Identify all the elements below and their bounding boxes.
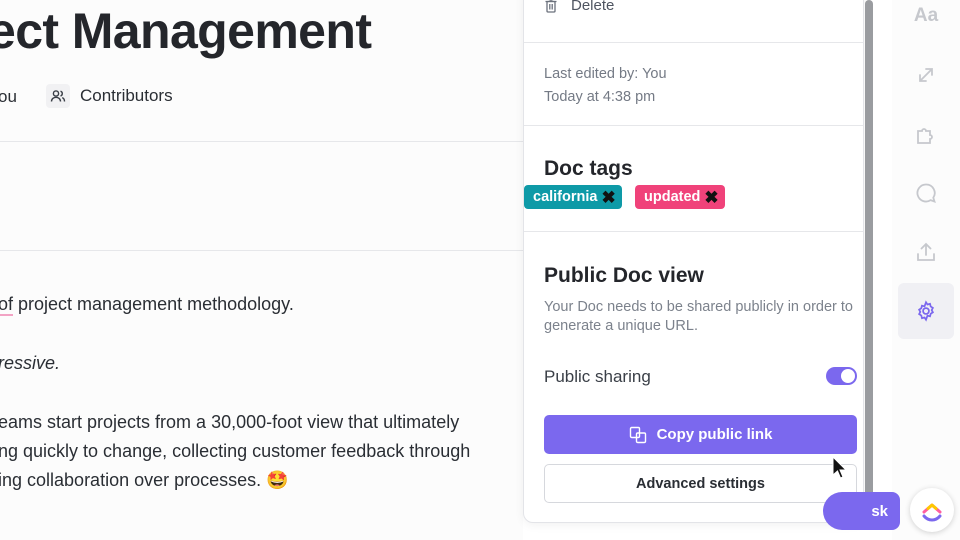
divider [524,42,863,43]
divider [524,125,863,126]
divider [0,141,523,142]
add-task-button[interactable]: sk [823,492,900,530]
public-doc-view-title: Public Doc view [544,264,704,287]
author-name[interactable]: ou [0,87,17,107]
contributors-icon [46,84,70,108]
public-sharing-toggle[interactable] [826,367,857,385]
doc-tags-title: Doc tags [544,157,633,180]
mouse-cursor-icon [832,456,848,479]
paragraph-line: eams start projects from a 30,000-foot v… [0,412,460,432]
divider [524,231,863,232]
paragraph-line: of project management methodology. [0,294,294,316]
right-sidebar: Aa [892,0,960,540]
contributors-label: Contributors [80,86,173,105]
remove-tag-icon[interactable]: ✖ [601,189,615,206]
paragraph-text: project management methodology. [13,294,294,314]
gear-icon[interactable] [898,283,954,339]
font-icon-text: Aa [913,5,939,26]
page-title: ect Management [0,3,372,59]
panel-scrollbar[interactable] [865,0,873,520]
paragraph-line: ing collaboration over processes. 🤩 [0,470,289,490]
last-edited-info: Last edited by: You Today at 4:38 pm [544,63,667,109]
tag-label: updated [644,189,701,205]
tag-updated[interactable]: updated ✖ [635,185,725,209]
delete-button[interactable]: Delete [545,0,614,14]
puzzle-icon[interactable] [892,114,960,154]
divider [0,250,523,251]
contributors-button[interactable]: Contributors [46,84,173,108]
highlighted-word: of [0,294,14,316]
tag-california[interactable]: california ✖ [524,185,622,209]
public-doc-view-description: Your Doc needs to be shared publicly in … [544,299,853,334]
delete-label: Delete [571,0,615,14]
doc-content: ect Management ou Contributors of projec… [0,0,523,540]
copy-public-link-label: Copy public link [656,426,773,443]
tag-label: california [533,189,598,205]
public-sharing-label: Public sharing [544,367,651,386]
copy-icon [629,426,646,443]
clickup-logo-button[interactable] [910,488,954,532]
comment-icon[interactable] [892,173,960,213]
font-icon[interactable]: Aa [892,0,960,36]
advanced-settings-label: Advanced settings [636,475,765,492]
doc-settings-panel: Delete Last edited by: You Today at 4:38… [523,0,864,523]
upload-icon[interactable] [892,232,960,272]
last-edited-by: Last edited by: You [544,66,667,82]
trash-icon [545,0,557,13]
advanced-settings-button[interactable]: Advanced settings [544,464,857,503]
paragraph-line: ressive. [0,353,61,373]
clickup-logo-icon [922,503,942,522]
paragraph-line: ng quickly to change, collecting custome… [0,441,471,461]
relationships-icon[interactable] [892,55,960,95]
remove-tag-icon[interactable]: ✖ [704,189,718,206]
last-edited-time: Today at 4:38 pm [544,89,656,105]
toggle-knob [841,369,855,383]
add-task-label: sk [871,502,888,520]
copy-public-link-button[interactable]: Copy public link [544,415,857,454]
